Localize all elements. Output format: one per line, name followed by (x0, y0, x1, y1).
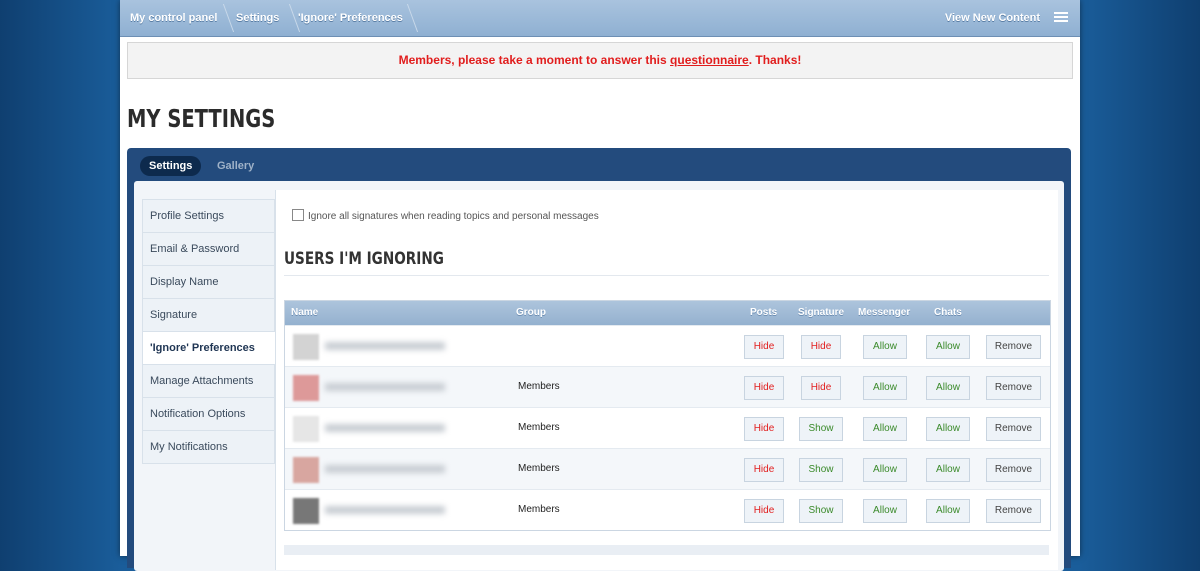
table-row: Hide Hide Allow Allow Remove (285, 325, 1050, 366)
messenger-allow-button[interactable]: Allow (863, 417, 907, 441)
avatar (293, 416, 319, 442)
signature-hide-button[interactable]: Hide (801, 376, 841, 400)
notice-text-end: . Thanks! (748, 53, 802, 67)
blurred-username (325, 383, 445, 391)
notice-text: Members, please take a moment to answer … (398, 53, 671, 67)
remove-button[interactable]: Remove (986, 458, 1041, 482)
section-title: USERS I'M IGNORING (284, 249, 444, 269)
sidebar-item-email-password[interactable]: Email & Password (142, 233, 275, 266)
posts-hide-button[interactable]: Hide (744, 376, 784, 400)
table-row: Members Hide Show Allow Allow Remove (285, 448, 1050, 489)
remove-button[interactable]: Remove (986, 499, 1041, 523)
group-cell: Members (518, 504, 560, 515)
avatar (293, 375, 319, 401)
avatar (293, 457, 319, 483)
header-name: Name (291, 307, 319, 318)
table-footer-bar (284, 545, 1049, 555)
sidebar-item-display-name[interactable]: Display Name (142, 266, 275, 299)
messenger-allow-button[interactable]: Allow (863, 499, 907, 523)
avatar (293, 498, 319, 524)
breadcrumb-ignore-preferences[interactable]: 'Ignore' Preferences (298, 0, 403, 36)
blurred-username (325, 506, 445, 514)
messenger-allow-button[interactable]: Allow (863, 458, 907, 482)
messenger-allow-button[interactable]: Allow (863, 335, 907, 359)
sidebar-item-ignore-preferences[interactable]: 'Ignore' Preferences (142, 332, 275, 365)
table-header: Name Group Posts Signature Messenger Cha… (285, 301, 1050, 325)
divider (284, 275, 1049, 276)
breadcrumb-settings[interactable]: Settings (236, 0, 279, 36)
blurred-username (325, 342, 445, 350)
remove-button[interactable]: Remove (986, 417, 1041, 441)
avatar (293, 334, 319, 360)
page: My control panel Settings 'Ignore' Prefe… (120, 0, 1080, 571)
table-row: Members Hide Hide Allow Allow Remove (285, 366, 1050, 407)
breadcrumb-my-control-panel[interactable]: My control panel (130, 0, 217, 36)
notice-banner: Members, please take a moment to answer … (127, 42, 1073, 79)
messenger-allow-button[interactable]: Allow (863, 376, 907, 400)
table-row: Members Hide Show Allow Allow Remove (285, 489, 1050, 530)
header-messenger: Messenger (858, 307, 911, 318)
remove-button[interactable]: Remove (986, 335, 1041, 359)
ignore-signatures-checkbox[interactable] (292, 209, 304, 221)
chats-allow-button[interactable]: Allow (926, 335, 970, 359)
signature-show-button[interactable]: Show (799, 417, 843, 441)
list-menu-icon[interactable] (1054, 12, 1068, 24)
header-group: Group (516, 307, 546, 318)
ignore-signatures-label: Ignore all signatures when reading topic… (308, 211, 599, 222)
group-cell: Members (518, 381, 560, 392)
group-cell: Members (518, 463, 560, 474)
sidebar-item-profile-settings[interactable]: Profile Settings (142, 199, 275, 233)
ignore-signatures-option: Ignore all signatures when reading topic… (292, 209, 599, 222)
blurred-username (325, 465, 445, 473)
chats-allow-button[interactable]: Allow (926, 376, 970, 400)
signature-hide-button[interactable]: Hide (801, 335, 841, 359)
posts-hide-button[interactable]: Hide (744, 417, 784, 441)
settings-panel: Profile Settings Email & Password Displa… (134, 181, 1064, 571)
header-chats: Chats (934, 307, 962, 318)
group-cell: Members (518, 422, 560, 433)
breadcrumb: My control panel Settings 'Ignore' Prefe… (120, 0, 1080, 37)
signature-show-button[interactable]: Show (799, 499, 843, 523)
page-title: MY SETTINGS (127, 104, 276, 133)
ignored-users-table: Name Group Posts Signature Messenger Cha… (284, 300, 1051, 531)
chats-allow-button[interactable]: Allow (926, 458, 970, 482)
questionnaire-link[interactable]: questionnaire (670, 53, 749, 67)
posts-hide-button[interactable]: Hide (744, 335, 784, 359)
sidebar-item-notification-options[interactable]: Notification Options (142, 398, 275, 431)
sidebar-item-manage-attachments[interactable]: Manage Attachments (142, 365, 275, 398)
signature-show-button[interactable]: Show (799, 458, 843, 482)
chats-allow-button[interactable]: Allow (926, 417, 970, 441)
sidebar-item-my-notifications[interactable]: My Notifications (142, 431, 275, 464)
blurred-username (325, 424, 445, 432)
table-row: Members Hide Show Allow Allow Remove (285, 407, 1050, 448)
header-posts: Posts (750, 307, 778, 318)
remove-button[interactable]: Remove (986, 376, 1041, 400)
view-new-content-link[interactable]: View New Content (945, 0, 1040, 36)
posts-hide-button[interactable]: Hide (744, 499, 784, 523)
tab-gallery[interactable]: Gallery (217, 156, 254, 176)
chats-allow-button[interactable]: Allow (926, 499, 970, 523)
content-area: Ignore all signatures when reading topic… (275, 190, 1058, 570)
posts-hide-button[interactable]: Hide (744, 458, 784, 482)
tab-settings[interactable]: Settings (140, 156, 202, 176)
settings-box: Settings Gallery Profile Settings Email … (127, 148, 1071, 571)
header-signature: Signature (798, 307, 845, 318)
sidebar: Profile Settings Email & Password Displa… (142, 199, 275, 464)
sidebar-item-signature[interactable]: Signature (142, 299, 275, 332)
